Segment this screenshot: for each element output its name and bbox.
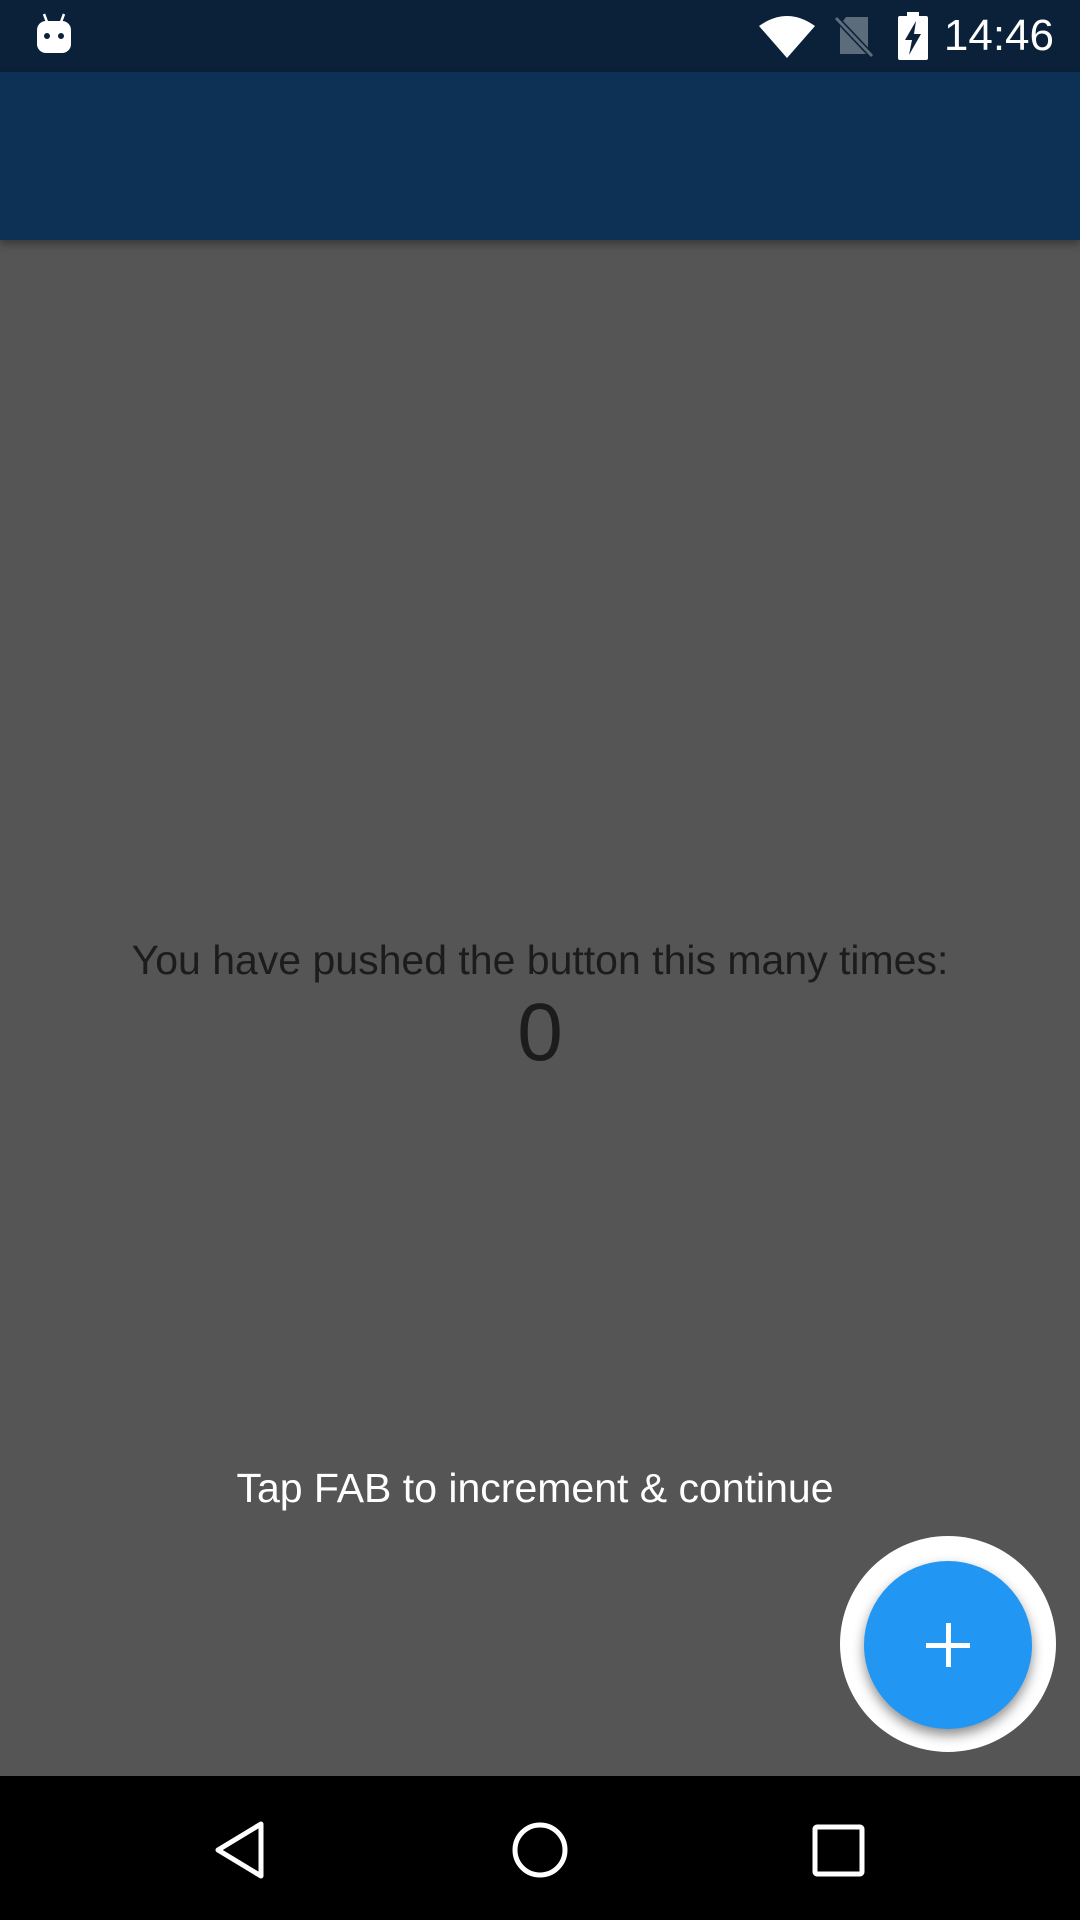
- counter-label: You have pushed the button this many tim…: [131, 937, 949, 983]
- hint-text: Tap FAB to increment & continue: [236, 1465, 834, 1511]
- increment-fab-button[interactable]: [864, 1561, 1032, 1729]
- no-sim-icon: [834, 15, 874, 58]
- status-time: 14:46: [943, 11, 1054, 60]
- battery-charging-icon: [898, 12, 928, 60]
- navigation-bar: [0, 1776, 1080, 1920]
- status-bar: 14:46: [0, 0, 1080, 72]
- plus-icon: [926, 1623, 970, 1667]
- home-icon[interactable]: [510, 1820, 570, 1880]
- recents-icon[interactable]: [812, 1824, 866, 1878]
- android-debug-icon: [37, 13, 71, 53]
- counter-value: 0: [517, 987, 563, 1078]
- app-bar: [0, 72, 1080, 240]
- wifi-icon: [759, 16, 815, 58]
- back-icon[interactable]: [212, 1820, 268, 1880]
- screen: 14:46 You have pushed the button this ma…: [0, 0, 1080, 1920]
